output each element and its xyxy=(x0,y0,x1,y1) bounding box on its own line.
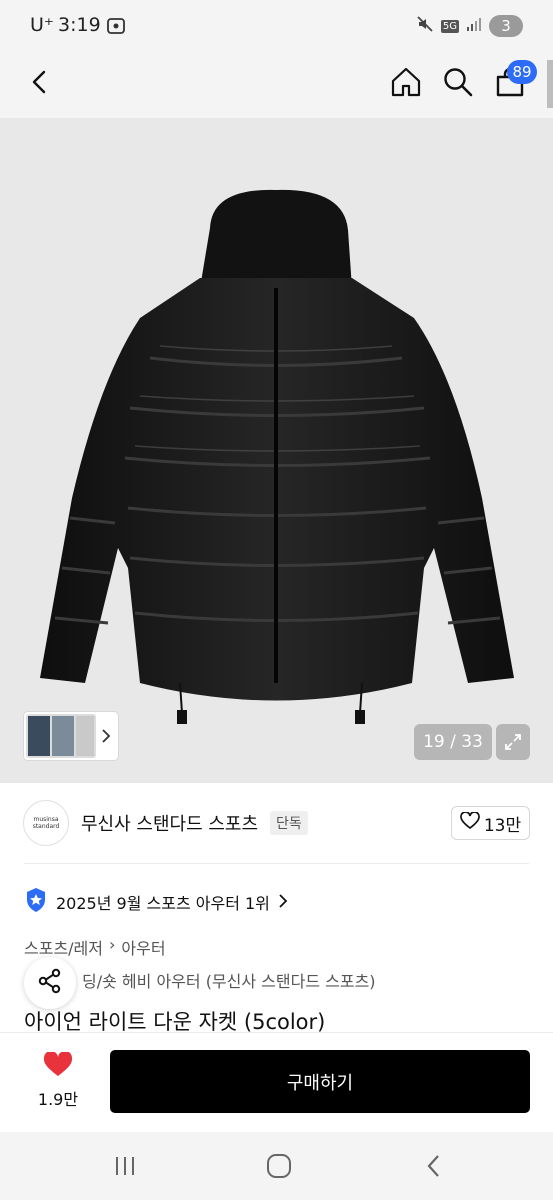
home-icon[interactable] xyxy=(384,60,428,104)
wishlist-count: 1.9만 xyxy=(37,1090,79,1109)
divider xyxy=(24,863,529,864)
share-button[interactable] xyxy=(24,957,76,1009)
chevron-right-icon[interactable] xyxy=(96,712,116,760)
brand-logo-text-1: musinsa xyxy=(33,816,59,823)
brand-name[interactable]: 무신사 스탠다드 스포츠 xyxy=(81,810,258,836)
breadcrumb-separator: › xyxy=(109,935,116,954)
chevron-right-icon xyxy=(278,893,288,912)
home-circle-icon[interactable] xyxy=(259,1150,299,1182)
ranking-badge-icon xyxy=(24,886,48,918)
signal-icon xyxy=(466,16,482,36)
image-page-counter: 19 / 33 xyxy=(414,724,492,760)
mute-icon xyxy=(416,15,434,37)
heart-outline-icon xyxy=(460,810,480,835)
product-image[interactable] xyxy=(0,118,553,783)
product-subtitle: 딩/숏 헤비 아우터 (무신사 스탠다드 스포츠) xyxy=(82,972,376,991)
edge-panel-handle[interactable] xyxy=(547,60,553,108)
status-bar: U⁺ 3:19 5G 3 xyxy=(0,0,553,52)
brand-like-button[interactable]: 13만 xyxy=(451,806,530,840)
screenshot-icon xyxy=(106,16,126,40)
breadcrumb: 스포츠/레저 › 아우터 xyxy=(24,935,166,959)
ranking-text: 2025년 9월 스포츠 아우터 1위 xyxy=(56,894,270,913)
top-nav-bar xyxy=(0,52,553,118)
ranking-link[interactable]: 2025년 9월 스포츠 아우터 1위 xyxy=(24,888,288,916)
back-arrow-icon[interactable] xyxy=(18,60,62,104)
recent-apps-icon[interactable] xyxy=(105,1150,145,1182)
brand-like-count: 13만 xyxy=(483,815,522,836)
system-back-icon[interactable] xyxy=(414,1150,454,1182)
color-thumbnail[interactable] xyxy=(26,714,96,758)
brand-logo-text-2: standard xyxy=(32,823,60,830)
brand-logo[interactable]: musinsa standard xyxy=(23,800,69,846)
carrier-label: U⁺ xyxy=(30,14,54,36)
network-label: 5G xyxy=(440,19,459,33)
expand-icon[interactable] xyxy=(496,724,530,760)
heart-filled-icon xyxy=(43,1050,73,1082)
system-navigation-bar xyxy=(0,1132,553,1200)
breadcrumb-item[interactable]: 스포츠/레저 xyxy=(24,935,103,959)
battery-indicator: 3 xyxy=(489,15,523,37)
share-icon xyxy=(37,968,63,998)
breadcrumb-item[interactable]: 아우터 xyxy=(121,935,165,959)
clock: 3:19 xyxy=(58,14,101,36)
exclusive-badge: 단독 xyxy=(270,811,308,835)
cart-count-badge: 89 xyxy=(507,60,537,84)
search-icon[interactable] xyxy=(436,60,480,104)
wishlist-button[interactable]: 1.9만 xyxy=(30,1050,86,1110)
color-thumbnail-strip[interactable] xyxy=(24,712,118,760)
buy-button[interactable]: 구매하기 xyxy=(110,1050,530,1113)
